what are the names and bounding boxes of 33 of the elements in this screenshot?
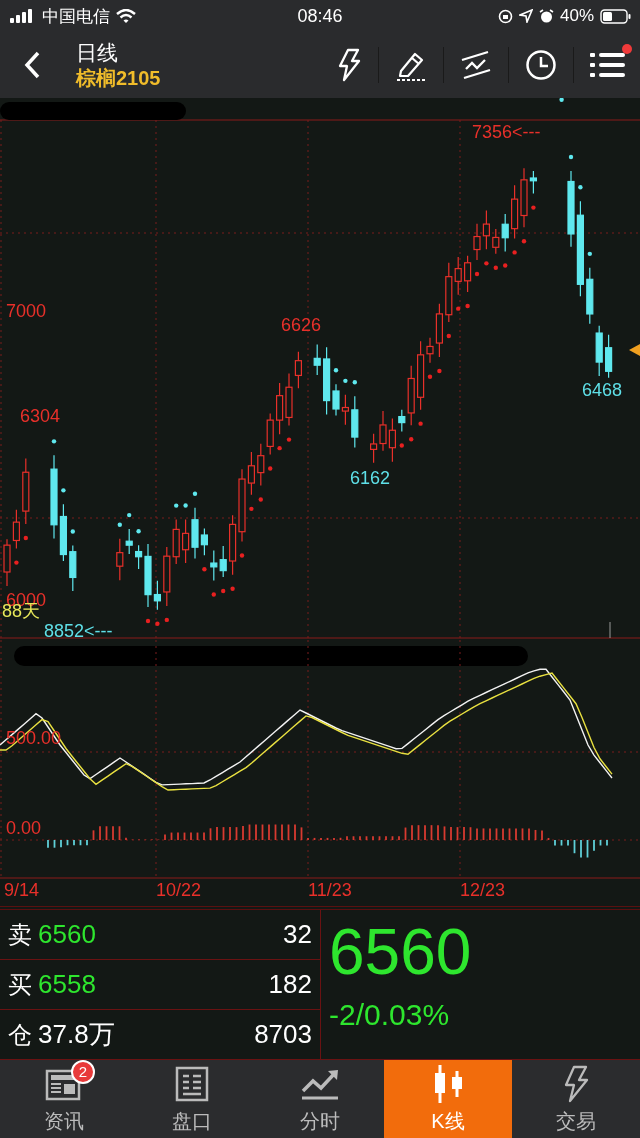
- quote-volume: 8703: [254, 1019, 312, 1050]
- quote-label: 仓: [8, 1019, 32, 1050]
- tab[interactable]: 分时: [256, 1060, 384, 1138]
- symbol-name: 棕榈2105: [76, 65, 161, 90]
- last-price: 6560: [329, 916, 473, 990]
- price-axis-label: 7000: [6, 301, 47, 321]
- price-annotation: 7356<---: [472, 122, 541, 142]
- price-annotation: 6304: [20, 406, 61, 426]
- price-annotation: 6626: [281, 315, 322, 335]
- quote-value: 37.8万: [38, 1018, 115, 1051]
- quote-value: 6558: [38, 969, 96, 1000]
- unread-badge: 2: [71, 1059, 95, 1084]
- date-label: 9/14: [4, 880, 40, 901]
- tab[interactable]: 2 资讯: [0, 1060, 128, 1138]
- indicator-axis-label: 0.00: [6, 818, 42, 838]
- date-label: 10/22: [156, 880, 202, 901]
- price-annotation: 6468: [582, 380, 623, 400]
- tab[interactable]: 盘口: [128, 1060, 256, 1138]
- price-annotation: 6162: [350, 468, 391, 488]
- price-annotation: 8852<---: [44, 621, 113, 640]
- quote-label: 买: [8, 969, 32, 1000]
- quote-label: 卖: [8, 919, 32, 950]
- battery-percent: 40%: [559, 6, 594, 26]
- date-label: 11/23: [308, 880, 352, 901]
- chart-title: 日线: [76, 40, 119, 66]
- quote-volume: 182: [268, 969, 312, 1000]
- price-change: -2/0.03%: [329, 997, 451, 1032]
- tab[interactable]: 交易: [512, 1060, 640, 1138]
- carrier-name: 中国电信: [42, 5, 110, 28]
- quote-value: 6560: [38, 919, 96, 950]
- clock-time: 08:46: [297, 5, 343, 27]
- date-label: 12/23: [460, 880, 506, 901]
- quote-volume: 32: [283, 919, 312, 950]
